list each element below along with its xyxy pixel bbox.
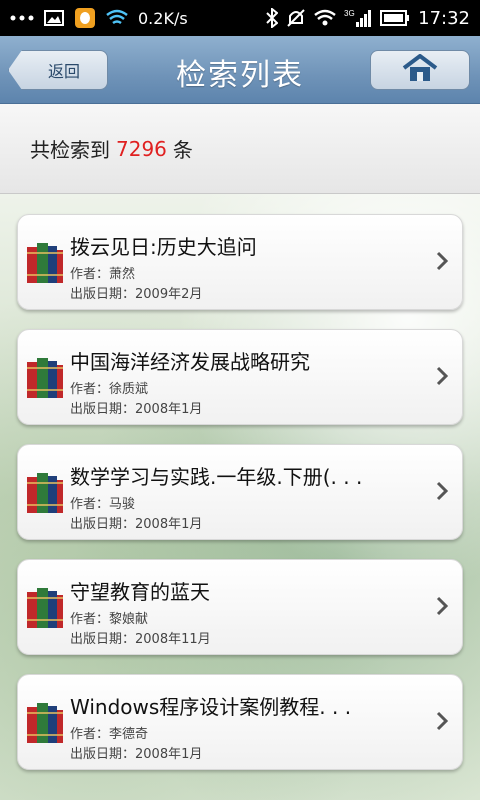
count-prefix: 共检索到 [30, 138, 110, 162]
book-author: 作者：黎娘献 [70, 612, 149, 627]
book-title: 数学学习与实践.一年级.下册(. . . [70, 465, 363, 489]
cell-signal-icon: 3G [344, 8, 372, 28]
back-button-label: 返回 [47, 62, 80, 81]
bluetooth-icon [266, 8, 279, 28]
svg-text:3G: 3G [344, 9, 355, 18]
publish-date: 出版日期：2008年11月 [70, 632, 211, 647]
battery-icon [380, 10, 410, 26]
book-icon [26, 471, 64, 515]
list-item[interactable]: 中国海洋经济发展战略研究 作者：徐质斌 出版日期：2008年1月 [17, 329, 463, 425]
network-speed: 0.2K/s [138, 8, 188, 28]
list-item[interactable]: 拨云见日:历史大追问 作者：萧然 出版日期：2009年2月 [17, 214, 463, 310]
list-item[interactable]: Windows程序设计案例教程. . . 作者：李德奇 出版日期：2008年1月 [17, 674, 463, 770]
book-author: 作者：李德奇 [70, 727, 149, 742]
list-item[interactable]: 数学学习与实践.一年级.下册(. . . 作者：马骏 出版日期：2008年1月 [17, 444, 463, 540]
chevron-right-icon [436, 596, 449, 616]
book-icon [26, 356, 64, 400]
mute-icon [286, 8, 306, 28]
book-title: 守望教育的蓝天 [70, 580, 210, 604]
book-author: 作者：萧然 [70, 267, 136, 282]
home-button[interactable] [370, 50, 470, 90]
image-icon [44, 10, 64, 26]
book-author: 作者：马骏 [70, 497, 136, 512]
chevron-right-icon [436, 711, 449, 731]
result-list: 拨云见日:历史大追问 作者：萧然 出版日期：2009年2月 中国海洋经济发展战略… [17, 214, 463, 789]
result-count-bar: 共检索到 7296 条 [0, 104, 480, 194]
book-icon [26, 241, 64, 285]
publish-date: 出版日期：2009年2月 [70, 287, 203, 302]
publish-date: 出版日期：2008年1月 [70, 517, 203, 532]
count-suffix: 条 [172, 138, 193, 162]
more-icon [10, 13, 34, 23]
chevron-right-icon [436, 481, 449, 501]
back-button[interactable]: 返回 [8, 50, 108, 90]
result-count: 7296 [116, 136, 167, 161]
book-author: 作者：徐质斌 [70, 382, 149, 397]
publish-date: 出版日期：2008年1月 [70, 747, 203, 762]
home-icon [402, 54, 438, 86]
book-icon [26, 586, 64, 630]
chevron-right-icon [436, 251, 449, 271]
qq-app-icon [74, 7, 96, 29]
clock: 17:32 [418, 7, 470, 29]
book-title: Windows程序设计案例教程. . . [70, 695, 352, 719]
wifi-icon [106, 9, 128, 27]
chevron-right-icon [436, 366, 449, 386]
book-title: 拨云见日:历史大追问 [70, 235, 257, 259]
status-bar: 0.2K/s 3G 17:32 [0, 0, 480, 36]
book-title: 中国海洋经济发展战略研究 [70, 350, 310, 374]
wifi-signal-icon [314, 9, 336, 27]
list-item[interactable]: 守望教育的蓝天 作者：黎娘献 出版日期：2008年11月 [17, 559, 463, 655]
title-bar: 返回 检索列表 [0, 36, 480, 104]
publish-date: 出版日期：2008年1月 [70, 402, 203, 417]
book-icon [26, 701, 64, 745]
